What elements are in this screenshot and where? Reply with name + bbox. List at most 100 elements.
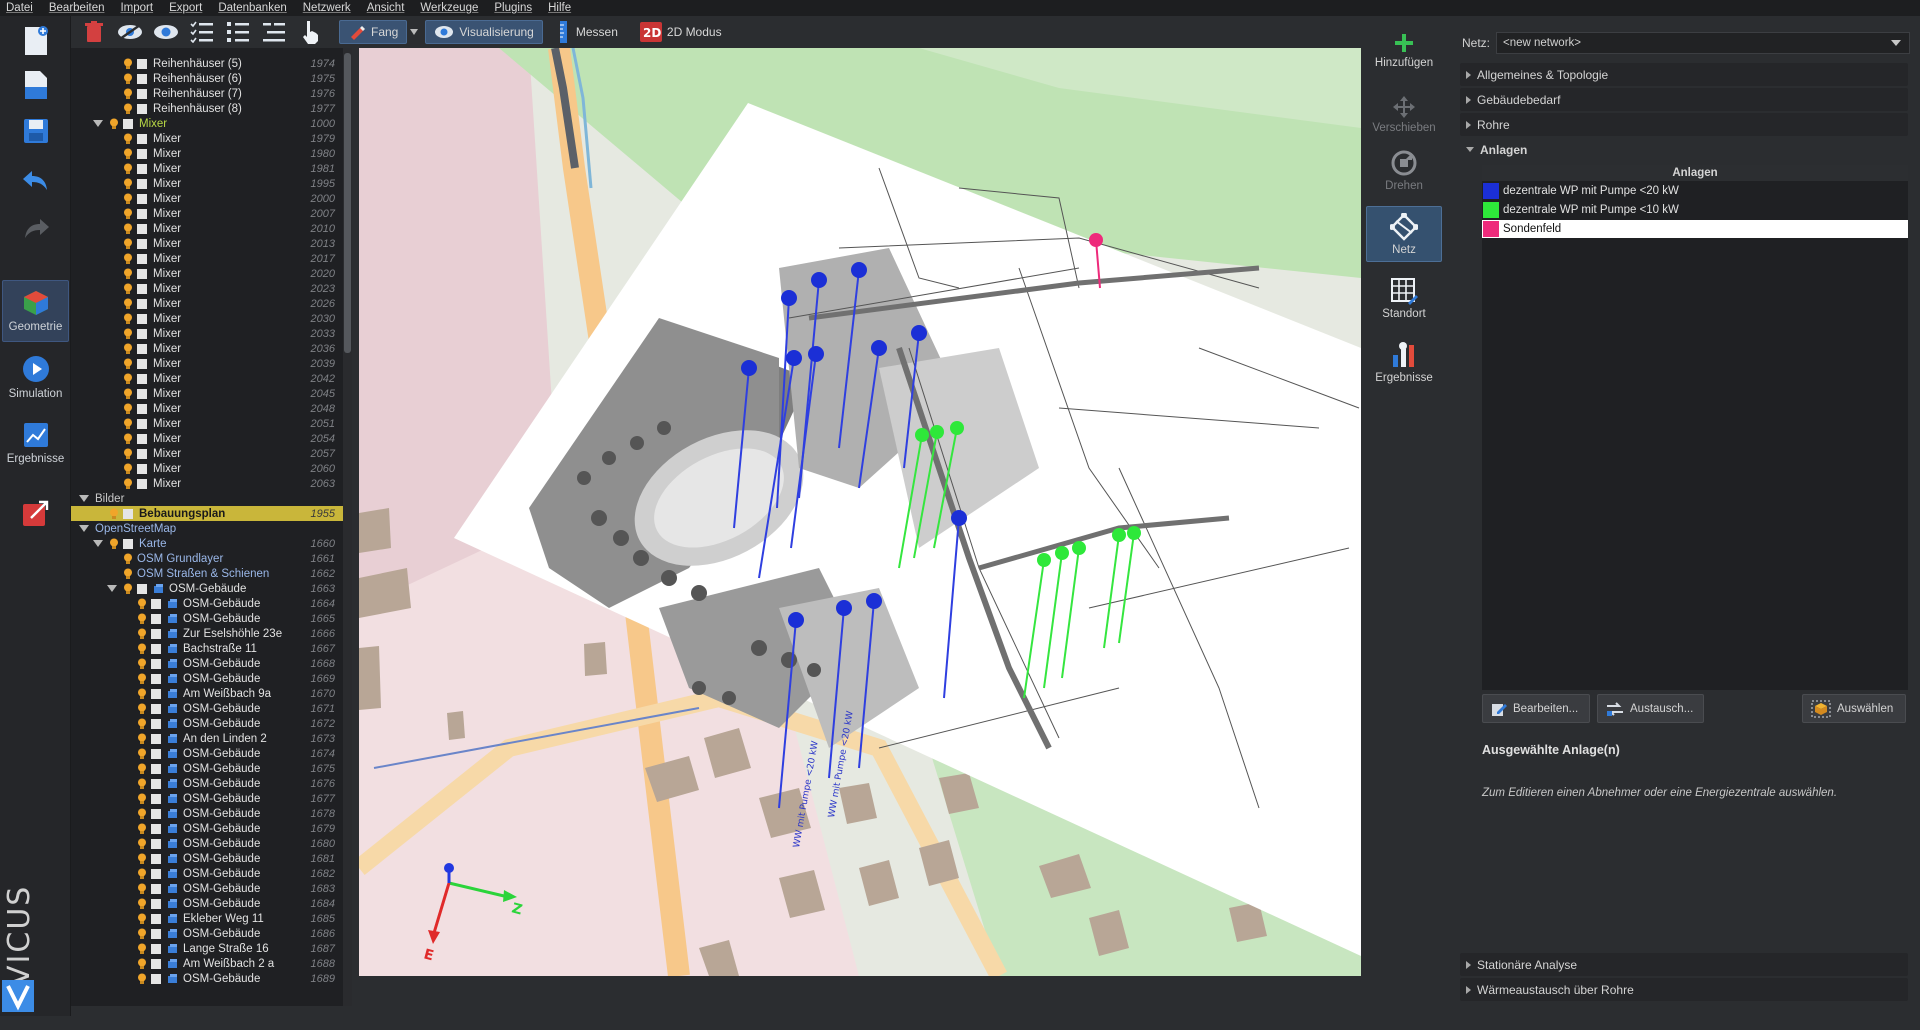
selection-checkbox[interactable]: [137, 373, 147, 384]
redo-button[interactable]: [8, 210, 63, 248]
visibility-bulb-icon[interactable]: [137, 853, 147, 865]
save-button[interactable]: [8, 112, 63, 150]
menu-plugins[interactable]: Plugins: [494, 0, 532, 16]
selection-checkbox[interactable]: [151, 823, 161, 834]
tree-row[interactable]: An den Linden 2 1673: [71, 731, 343, 746]
network-results-button[interactable]: Ergebnisse: [1366, 334, 1442, 390]
tree-row[interactable]: OSM-Gebäude 1671: [71, 701, 343, 716]
selection-checkbox[interactable]: [151, 598, 161, 609]
visibility-bulb-icon[interactable]: [109, 508, 119, 520]
visibility-bulb-icon[interactable]: [123, 433, 133, 445]
expand-arrow-icon[interactable]: [107, 585, 117, 592]
selection-checkbox[interactable]: [137, 358, 147, 369]
visibility-bulb-icon[interactable]: [137, 763, 147, 775]
tree-row[interactable]: Am Weißbach 2 a 1688: [71, 956, 343, 971]
3d-viewport[interactable]: WW mit Pumpe <20 kW WW mit Pumpe <20 kW: [359, 48, 1361, 976]
selection-checkbox[interactable]: [137, 328, 147, 339]
visibility-bulb-icon[interactable]: [123, 328, 133, 340]
visibility-bulb-icon[interactable]: [123, 148, 133, 160]
tree-scrollbar-thumb[interactable]: [344, 53, 351, 353]
visualization-toggle[interactable]: Visualisierung: [425, 20, 543, 44]
tree-row[interactable]: Mixer 2020: [71, 266, 343, 281]
hide-button[interactable]: [115, 18, 145, 46]
selection-checkbox[interactable]: [151, 613, 161, 624]
selection-checkbox[interactable]: [137, 163, 147, 174]
tree-row[interactable]: OSM-Gebäude 1663: [71, 581, 343, 596]
visibility-bulb-icon[interactable]: [123, 448, 133, 460]
menu-netzwerk[interactable]: Netzwerk: [303, 0, 351, 16]
visibility-bulb-icon[interactable]: [123, 88, 133, 100]
tree-row[interactable]: OSM-Gebäude 1683: [71, 881, 343, 896]
tree-row[interactable]: Mixer 1000: [71, 116, 343, 131]
selection-checkbox[interactable]: [151, 643, 161, 654]
visibility-bulb-icon[interactable]: [137, 703, 147, 715]
open-file-button[interactable]: [8, 66, 63, 104]
selection-checkbox[interactable]: [151, 763, 161, 774]
menu-hilfe[interactable]: Hilfe: [548, 0, 571, 16]
selection-checkbox[interactable]: [151, 688, 161, 699]
deselect-all-button[interactable]: [223, 18, 253, 46]
menu-datei[interactable]: Datei: [6, 0, 33, 16]
selection-checkbox[interactable]: [151, 958, 161, 969]
tree-row[interactable]: Mixer 2026: [71, 296, 343, 311]
visibility-bulb-icon[interactable]: [123, 373, 133, 385]
tree-row[interactable]: Mixer 2007: [71, 206, 343, 221]
visibility-bulb-icon[interactable]: [123, 463, 133, 475]
export-results-button[interactable]: [8, 494, 63, 532]
selection-checkbox[interactable]: [137, 88, 147, 99]
selection-checkbox[interactable]: [151, 928, 161, 939]
selection-checkbox[interactable]: [137, 58, 147, 69]
tree-row[interactable]: OSM-Gebäude 1668: [71, 656, 343, 671]
visibility-bulb-icon[interactable]: [137, 898, 147, 910]
section-plants[interactable]: Anlagen: [1460, 138, 1908, 161]
selection-checkbox[interactable]: [137, 253, 147, 264]
tree-row[interactable]: OpenStreetMap: [71, 521, 343, 536]
menu-export[interactable]: Export: [169, 0, 202, 16]
network-select[interactable]: <new network>: [1496, 32, 1910, 54]
selection-checkbox[interactable]: [137, 133, 147, 144]
results-mode-button[interactable]: Ergebnisse: [2, 412, 69, 474]
tree-row[interactable]: Mixer 2030: [71, 311, 343, 326]
visibility-bulb-icon[interactable]: [123, 313, 133, 325]
visibility-bulb-icon[interactable]: [123, 298, 133, 310]
invert-selection-button[interactable]: [259, 18, 289, 46]
location-button[interactable]: Standort: [1366, 270, 1442, 326]
visibility-bulb-icon[interactable]: [123, 418, 133, 430]
plant-row[interactable]: dezentrale WP mit Pumpe <10 kW: [1482, 201, 1908, 219]
selection-checkbox[interactable]: [137, 283, 147, 294]
tree-row[interactable]: Mixer 1980: [71, 146, 343, 161]
visibility-bulb-icon[interactable]: [123, 403, 133, 415]
snap-options-dropdown[interactable]: [409, 18, 419, 46]
selection-checkbox[interactable]: [137, 463, 147, 474]
expand-arrow-icon[interactable]: [79, 525, 89, 532]
expand-arrow-icon[interactable]: [93, 120, 103, 127]
tree-row[interactable]: Mixer 2060: [71, 461, 343, 476]
selection-checkbox[interactable]: [137, 313, 147, 324]
visibility-bulb-icon[interactable]: [123, 388, 133, 400]
new-file-button[interactable]: [8, 22, 63, 60]
tree-row[interactable]: Mixer 2045: [71, 386, 343, 401]
selection-checkbox[interactable]: [151, 778, 161, 789]
visibility-bulb-icon[interactable]: [137, 868, 147, 880]
tree-row[interactable]: Am Weißbach 9a 1670: [71, 686, 343, 701]
simulation-mode-button[interactable]: Simulation: [2, 346, 69, 408]
tree-row[interactable]: OSM-Gebäude 1664: [71, 596, 343, 611]
tree-row[interactable]: OSM Grundlayer 1661: [71, 551, 343, 566]
tree-row[interactable]: OSM-Gebäude 1680: [71, 836, 343, 851]
tree-row[interactable]: Bebauungsplan 1955: [71, 506, 343, 521]
selection-checkbox[interactable]: [137, 343, 147, 354]
plant-row[interactable]: dezentrale WP mit Pumpe <20 kW: [1482, 182, 1908, 200]
snap-toggle[interactable]: Fang: [339, 20, 408, 44]
edit-plant-button[interactable]: Bearbeiten...: [1482, 694, 1590, 723]
tree-row[interactable]: OSM-Gebäude 1678: [71, 806, 343, 821]
selection-checkbox[interactable]: [151, 913, 161, 924]
visibility-bulb-icon[interactable]: [137, 748, 147, 760]
visibility-bulb-icon[interactable]: [123, 253, 133, 265]
measure-toggle[interactable]: Messen: [549, 20, 626, 44]
visibility-bulb-icon[interactable]: [123, 193, 133, 205]
geometry-mode-button[interactable]: Geometrie: [2, 280, 69, 342]
visibility-bulb-icon[interactable]: [137, 598, 147, 610]
visibility-bulb-icon[interactable]: [137, 613, 147, 625]
visibility-bulb-icon[interactable]: [137, 838, 147, 850]
select-all-button[interactable]: [187, 18, 217, 46]
